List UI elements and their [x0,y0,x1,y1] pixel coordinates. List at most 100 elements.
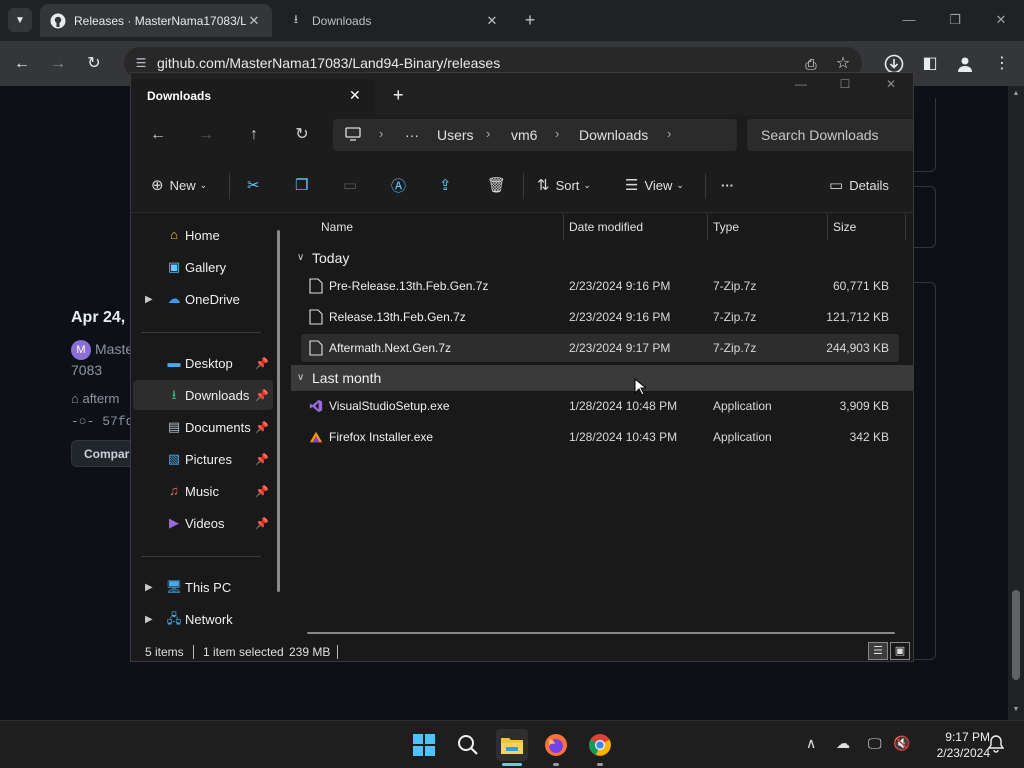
release-author[interactable]: Maste [95,341,133,357]
search-icon[interactable] [452,729,484,761]
site-info-icon[interactable]: ☰ [132,54,150,72]
file-row[interactable]: Release.13th.Feb.Gen.7z 2/23/2024 9:16 P… [301,303,899,331]
sidebar-item-videos[interactable]: ▶ Videos 📌 [133,508,273,538]
computer-icon[interactable] [345,127,361,144]
tab-close-icon[interactable]: ✕ [484,13,500,29]
chevron-right-icon[interactable]: › [486,126,490,141]
tab-downloads[interactable]: ⭳ Downloads ✕ [278,4,510,37]
explorer-back-icon[interactable]: ← [145,123,171,147]
sidebar-item-home[interactable]: ⌂ Home [133,220,273,250]
explorer-minimize-icon[interactable]: — [781,77,821,97]
column-divider[interactable] [707,214,708,240]
view-button[interactable]: ☰ View ⌄ [625,175,684,195]
close-window-icon[interactable]: ✕ [978,8,1024,32]
chevron-right-icon[interactable]: ▶ [145,582,153,593]
column-header-type[interactable]: Type [713,214,739,240]
chevron-right-icon[interactable]: ▶ [145,294,153,305]
chevron-right-icon[interactable]: › [379,126,383,141]
cut-button[interactable]: ✂ [247,175,266,195]
sidebar-scrollbar[interactable] [277,230,280,592]
file-row[interactable]: Pre-Release.13th.Feb.Gen.7z 2/23/2024 9:… [301,272,899,300]
scroll-up-icon[interactable]: ▲ [1011,90,1021,97]
system-clock[interactable]: 9:17 PM 2/23/2024 [920,729,990,761]
firefox-app-icon[interactable] [540,729,572,761]
explorer-forward-icon[interactable]: → [193,123,219,147]
file-row[interactable]: VisualStudioSetup.exe 1/28/2024 10:48 PM… [301,392,899,420]
details-button[interactable]: ▭ Details [829,175,889,195]
network-status-icon[interactable]: 🖵 [868,735,882,752]
explorer-new-tab-button[interactable]: + [393,85,404,106]
sidebar-item-downloads[interactable]: ⭳ Downloads 📌 [133,380,273,410]
profile-icon[interactable] [952,51,978,77]
column-divider[interactable] [563,214,564,240]
tab-releases[interactable]: Releases · MasterNama17083/L ✕ [40,4,272,37]
rename-button[interactable]: Ⓐ [391,175,412,195]
onedrive-offline-icon[interactable]: ☁ [836,735,850,752]
file-row[interactable]: Firefox Installer.exe 1/28/2024 10:43 PM… [301,423,899,451]
forward-icon[interactable]: → [45,51,71,77]
column-divider[interactable] [905,214,906,240]
breadcrumb-users[interactable]: Users [437,127,474,143]
explorer-tab-close-icon[interactable]: ✕ [349,87,361,104]
scroll-down-icon[interactable]: ▼ [1011,706,1021,713]
share-button[interactable]: ⇪ [439,175,458,195]
pin-icon: 📌 [255,485,269,498]
explorer-close-icon[interactable]: ✕ [871,77,911,97]
paste-button[interactable]: ▭ [343,175,363,195]
sidebar-item-onedrive[interactable]: ▶ ☁ OneDrive [133,284,273,314]
delete-button[interactable]: 🗑 [487,175,512,195]
avatar[interactable]: M [71,340,91,360]
tab-close-icon[interactable]: ✕ [246,13,262,29]
column-header-date[interactable]: Date modified [569,214,643,240]
back-icon[interactable]: ← [9,51,35,77]
reload-icon[interactable]: ↻ [81,51,107,77]
volume-muted-icon[interactable]: 🔇 [893,735,910,752]
notification-bell-icon[interactable] [987,735,1005,756]
page-scrollbar[interactable]: ▲ ▼ [1008,86,1024,720]
details-view-icon[interactable]: ☰ [868,642,888,660]
sort-button[interactable]: ⇅ Sort ⌄ [537,175,591,195]
sidebar-item-documents[interactable]: ▤ Documents 📌 [133,412,273,442]
explorer-up-icon[interactable]: ↑ [241,123,267,147]
breadcrumb-downloads[interactable]: Downloads [579,127,648,143]
new-tab-button[interactable]: + [520,10,540,30]
side-panel-icon[interactable]: ◧ [917,51,943,77]
release-tag[interactable]: ⌂ afterm [71,391,119,406]
explorer-refresh-icon[interactable]: ↻ [289,123,315,147]
chevron-right-icon[interactable]: › [667,126,671,141]
new-button[interactable]: ⊕ New ⌄ [151,175,207,195]
explorer-search-box[interactable]: Search Downloads [747,119,913,151]
group-header-today[interactable]: ∨ Today [291,245,913,271]
chrome-app-icon[interactable] [584,729,616,761]
file-explorer-app-icon[interactable] [496,729,528,761]
horizontal-scrollbar[interactable] [307,632,895,634]
minimize-icon[interactable]: — [886,8,932,32]
breadcrumb-more[interactable]: ··· [405,127,419,143]
column-header-size[interactable]: Size [833,214,856,240]
more-options-button[interactable]: ··· [721,175,734,195]
column-divider[interactable] [827,214,828,240]
copy-button[interactable]: ❐ [295,175,314,195]
tab-search-button[interactable]: ▼ [8,8,32,32]
restore-icon[interactable]: ❐ [932,8,978,32]
sidebar-item-network[interactable]: ▶ 🖧 Network [133,604,273,634]
explorer-address-bar[interactable]: › ··· Users › vm6 › Downloads › [333,119,737,151]
explorer-maximize-icon[interactable]: ☐ [825,77,865,97]
group-header-last-month[interactable]: ∨ Last month [291,365,913,391]
column-header-name[interactable]: Name [321,214,353,240]
breadcrumb-vm6[interactable]: vm6 [511,127,537,143]
show-hidden-icons-chevron-icon[interactable]: ∧ [806,735,816,752]
explorer-tab-downloads[interactable]: Downloads ✕ [131,79,375,115]
tiles-view-icon[interactable]: ▣ [890,642,910,660]
file-row-selected[interactable]: Aftermath.Next.Gen.7z 2/23/2024 9:17 PM … [301,334,899,362]
start-windows-icon[interactable] [408,729,440,761]
sidebar-item-music[interactable]: ♫ Music 📌 [133,476,273,506]
chevron-right-icon[interactable]: ▶ [145,614,153,625]
sidebar-item-this-pc[interactable]: ▶ 🖥 This PC [133,572,273,602]
sidebar-item-gallery[interactable]: ▣ Gallery [133,252,273,282]
chevron-right-icon[interactable]: › [555,126,559,141]
sidebar-item-desktop[interactable]: ▬ Desktop 📌 [133,348,273,378]
scroll-thumb[interactable] [1012,590,1020,680]
menu-dots-icon[interactable]: ⋮ [989,51,1015,77]
sidebar-item-pictures[interactable]: ▧ Pictures 📌 [133,444,273,474]
